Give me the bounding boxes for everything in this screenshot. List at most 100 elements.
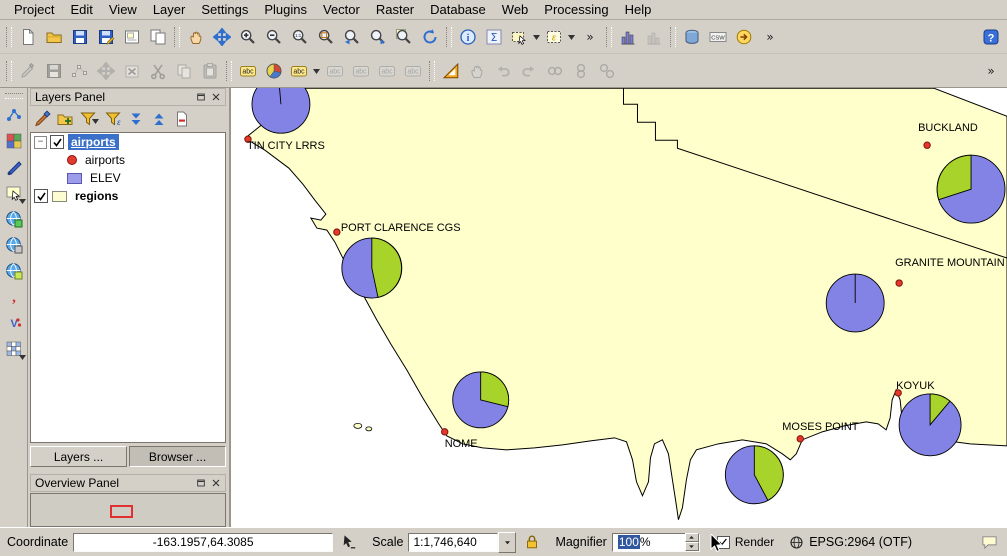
virtual-layer-button[interactable]: [1, 336, 27, 362]
toolbar-grip[interactable]: [6, 27, 12, 47]
menu-project[interactable]: Project: [6, 0, 62, 19]
render-checkbox[interactable]: Render: [717, 535, 774, 549]
dropdown-arrow-icon[interactable]: [19, 199, 26, 204]
zoom-full-button[interactable]: [313, 24, 339, 50]
map-canvas[interactable]: TIN CITY LRRSPORT CLARENCE CGSBUCKLANDGR…: [230, 88, 1007, 527]
refresh-button[interactable]: [417, 24, 443, 50]
panel-expand-button[interactable]: [124, 108, 147, 131]
toolbar-grip[interactable]: [446, 27, 452, 47]
zoom-in-button[interactable]: [235, 24, 261, 50]
oracle-button[interactable]: ,: [1, 284, 27, 310]
panel-expression-button[interactable]: ε: [101, 108, 124, 131]
dropdown-arrow-icon[interactable]: [19, 355, 26, 360]
composer-mgr-button[interactable]: [145, 24, 171, 50]
toolbar-grip[interactable]: [226, 61, 232, 81]
overview-map[interactable]: [30, 493, 226, 527]
file-new-button[interactable]: [15, 24, 41, 50]
dropdown-arrow-icon[interactable]: [568, 35, 575, 40]
panel-remove-button[interactable]: [170, 108, 193, 131]
toolbar-grip[interactable]: [6, 61, 12, 81]
label-abc-button[interactable]: abc: [235, 58, 261, 84]
label-abc2-button[interactable]: abc: [287, 58, 322, 84]
layer-label[interactable]: regions: [72, 188, 121, 204]
vector-v-button[interactable]: V: [1, 310, 27, 336]
menu-edit[interactable]: Edit: [62, 0, 100, 19]
identify-button[interactable]: i: [455, 24, 481, 50]
raster-cells-button[interactable]: [1, 128, 27, 154]
ruler-colored-button[interactable]: [438, 58, 464, 84]
toolbar-grip[interactable]: [429, 61, 435, 81]
menu-database[interactable]: Database: [422, 0, 494, 19]
magnifier-spinbox[interactable]: 100 %: [612, 533, 700, 552]
vector-points-button[interactable]: [1, 102, 27, 128]
toolbar-grip[interactable]: [174, 27, 180, 47]
composer-button[interactable]: [119, 24, 145, 50]
layer-row[interactable]: regions: [31, 187, 225, 205]
folder-open-button[interactable]: [41, 24, 67, 50]
overflow-button[interactable]: »: [978, 58, 1004, 84]
coordinate-input[interactable]: [73, 533, 333, 552]
dropdown-arrow-icon[interactable]: [313, 69, 320, 74]
layer-row[interactable]: − airports: [31, 133, 225, 151]
save-button[interactable]: [67, 24, 93, 50]
layer-label[interactable]: airports: [68, 134, 119, 150]
menu-view[interactable]: View: [101, 0, 145, 19]
pan-arrows-button[interactable]: [209, 24, 235, 50]
zoom-last-button[interactable]: [339, 24, 365, 50]
layer-checkbox[interactable]: [50, 135, 64, 149]
messages-button[interactable]: [979, 532, 1000, 553]
zoom-next-button[interactable]: [365, 24, 391, 50]
menu-raster[interactable]: Raster: [368, 0, 422, 19]
menu-processing[interactable]: Processing: [536, 0, 616, 19]
close-panel-button[interactable]: [208, 476, 223, 490]
overflow-button[interactable]: »: [757, 24, 783, 50]
menu-layer[interactable]: Layer: [145, 0, 194, 19]
scale-value[interactable]: 1:1,746,640: [408, 533, 498, 552]
browser-tab[interactable]: Browser ...: [129, 446, 226, 467]
toolbar-grip[interactable]: [5, 93, 23, 99]
globe-wms-button[interactable]: [1, 206, 27, 232]
menu-vector[interactable]: Vector: [315, 0, 368, 19]
toolbar-grip[interactable]: [606, 27, 612, 47]
float-panel-button[interactable]: [193, 90, 208, 104]
scale-combo-arrow[interactable]: [498, 532, 516, 553]
panel-styling-button[interactable]: [30, 108, 53, 131]
histogram-button[interactable]: [615, 24, 641, 50]
menu-help[interactable]: Help: [617, 0, 660, 19]
select-rect-button[interactable]: [507, 24, 542, 50]
panel-collapse-button[interactable]: [147, 108, 170, 131]
layer-label[interactable]: airports: [82, 152, 128, 168]
stats-button[interactable]: Σ: [481, 24, 507, 50]
layer-checkbox[interactable]: [34, 189, 48, 203]
mouse-position-toggle-button[interactable]: [338, 532, 359, 553]
expander-icon[interactable]: −: [34, 136, 47, 149]
overview-extent-rect[interactable]: [110, 505, 133, 518]
select-expr-button[interactable]: ε: [542, 24, 577, 50]
help-button[interactable]: ?: [978, 24, 1004, 50]
dropdown-arrow-icon[interactable]: [533, 35, 540, 40]
pan-hand-button[interactable]: [183, 24, 209, 50]
scale-lock-button[interactable]: [521, 532, 542, 553]
map-identify-button[interactable]: [1, 180, 27, 206]
dropdown-arrow-icon[interactable]: [92, 119, 99, 124]
zoom-layer-button[interactable]: [391, 24, 417, 50]
panel-filter-button[interactable]: [76, 108, 101, 131]
zoom-out-button[interactable]: [261, 24, 287, 50]
magnifier-value[interactable]: 100: [618, 535, 640, 549]
toolbar-grip[interactable]: [670, 27, 676, 47]
menu-settings[interactable]: Settings: [193, 0, 256, 19]
layer-row[interactable]: ELEV: [31, 169, 225, 187]
menu-web[interactable]: Web: [494, 0, 537, 19]
panel-add-group-button[interactable]: [53, 108, 76, 131]
database-button[interactable]: [679, 24, 705, 50]
pie-colored-button[interactable]: [261, 58, 287, 84]
globe-db-button[interactable]: [1, 232, 27, 258]
layer-row[interactable]: airports: [31, 151, 225, 169]
close-panel-button[interactable]: [208, 90, 223, 104]
save-as-button[interactable]: [93, 24, 119, 50]
zoom-actual-button[interactable]: 1:1: [287, 24, 313, 50]
float-panel-button[interactable]: [193, 476, 208, 490]
layer-label[interactable]: ELEV: [87, 170, 124, 186]
metasearch-button[interactable]: [731, 24, 757, 50]
overflow-button[interactable]: »: [577, 24, 603, 50]
